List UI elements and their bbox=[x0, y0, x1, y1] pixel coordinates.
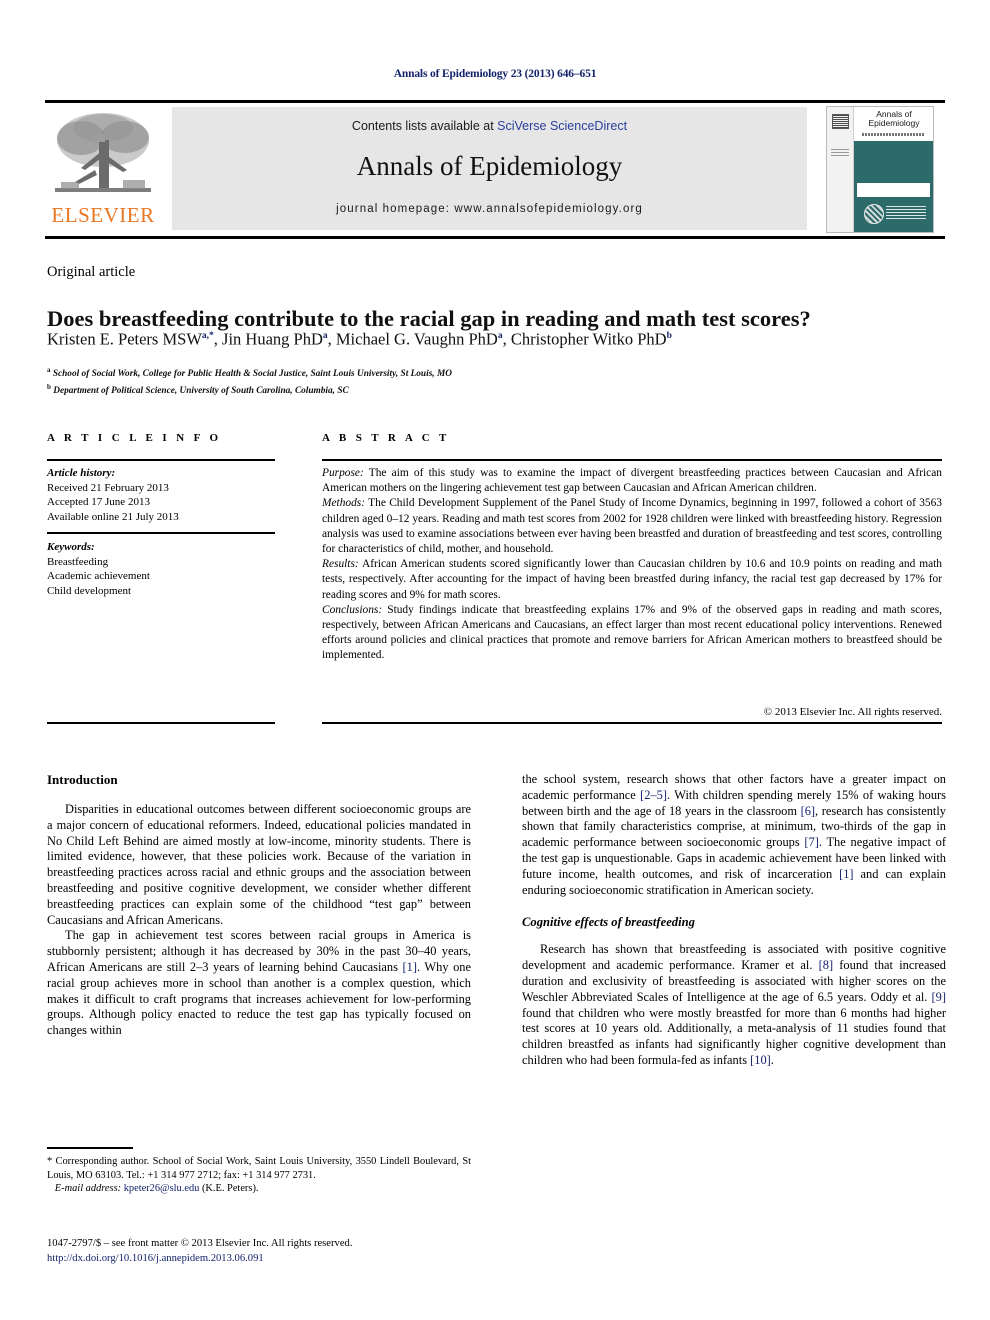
intro-paragraph-1: Disparities in educational outcomes betw… bbox=[47, 802, 471, 927]
section-heading-introduction: Introduction bbox=[47, 772, 118, 787]
email-address-link[interactable]: kpeter26@slu.edu bbox=[124, 1183, 200, 1194]
cover-spine-text bbox=[831, 149, 849, 157]
abstract-results: Results: African American students score… bbox=[322, 557, 942, 603]
affiliation-a: a School of Social Work, College for Pub… bbox=[47, 364, 947, 381]
affiliation-b: b Department of Political Science, Unive… bbox=[47, 381, 947, 398]
running-head: Annals of Epidemiology 23 (2013) 646–651 bbox=[393, 68, 597, 80]
abstract-conclusions: Conclusions: Study findings indicate tha… bbox=[322, 603, 942, 664]
abstract-purpose-label: Purpose: bbox=[322, 467, 364, 479]
info-rule-bottom bbox=[47, 722, 275, 724]
abstract-rule-top bbox=[322, 459, 942, 461]
cover-barcode-icon bbox=[832, 114, 849, 129]
citation-ref-7[interactable]: [7] bbox=[804, 835, 818, 849]
body-column-right: the school system, research shows that o… bbox=[522, 772, 946, 1069]
abstract-purpose-text: The aim of this study was to examine the… bbox=[322, 467, 942, 495]
sciencedirect-link[interactable]: SciVerse ScienceDirect bbox=[497, 119, 627, 133]
affiliation-b-marker: b bbox=[47, 382, 51, 391]
abstract-methods: Methods: The Child Development Supplemen… bbox=[322, 496, 942, 557]
intro-paragraph-2: The gap in achievement test scores betwe… bbox=[47, 928, 471, 1039]
accepted-date: Accepted 17 June 2013 bbox=[47, 496, 150, 508]
cover-subtitle-lines bbox=[862, 133, 924, 136]
abstract-heading: A B S T R A C T bbox=[322, 432, 450, 444]
abstract-copyright: © 2013 Elsevier Inc. All rights reserved… bbox=[763, 706, 942, 718]
corresponding-author-text: * Corresponding author. School of Social… bbox=[47, 1156, 471, 1181]
cover-header-band: Annals of Epidemiology bbox=[854, 107, 933, 141]
abstract-methods-label: Methods: bbox=[322, 497, 366, 510]
journal-title: Annals of Epidemiology bbox=[356, 151, 623, 181]
article-type-label: Original article bbox=[47, 264, 136, 280]
author-list: Kristen E. Peters MSWa,*, Jin Huang PhDa… bbox=[47, 329, 672, 349]
email-line: E-mail address: kpeter26@slu.edu (K.E. P… bbox=[47, 1182, 471, 1196]
email-owner: (K.E. Peters). bbox=[199, 1183, 259, 1195]
affiliation-b-text: Department of Political Science, Univers… bbox=[53, 385, 349, 396]
elsevier-tree-icon bbox=[51, 110, 155, 202]
cover-front: Annals of Epidemiology bbox=[854, 107, 933, 232]
masthead-box: Contents lists available at SciVerse Sci… bbox=[172, 107, 807, 230]
contents-prefix: Contents lists available at bbox=[351, 119, 498, 133]
cover-spine bbox=[827, 107, 854, 232]
cover-society-seal-icon bbox=[864, 204, 884, 224]
imprint-block: 1047-2797/$ – see front matter © 2013 El… bbox=[47, 1237, 487, 1266]
abstract-conclusions-label: Conclusions: bbox=[322, 603, 383, 616]
doi-link[interactable]: http://dx.doi.org/10.1016/j.annepidem.20… bbox=[47, 1252, 487, 1267]
masthead-bottom-rule bbox=[45, 236, 945, 239]
keywords-label: Keywords: bbox=[47, 541, 95, 553]
cover-society-text bbox=[886, 206, 926, 220]
affiliation-a-marker: a bbox=[47, 366, 51, 374]
info-rule-mid bbox=[47, 532, 275, 534]
contents-lists-line: Contents lists available at SciVerse Sci… bbox=[172, 119, 807, 133]
citation-ref-8[interactable]: [8] bbox=[819, 958, 833, 972]
abstract-results-text: African American students scored signifi… bbox=[322, 558, 942, 601]
keyword-item: Breastfeeding bbox=[47, 555, 109, 568]
available-online-date: Available online 21 July 2013 bbox=[47, 510, 179, 523]
received-date: Received 21 February 2013 bbox=[47, 481, 169, 494]
elsevier-wordmark: ELSEVIER bbox=[51, 203, 155, 227]
journal-cover-thumbnail[interactable]: Annals of Epidemiology bbox=[826, 106, 934, 233]
issn-front-matter: 1047-2797/$ – see front matter © 2013 El… bbox=[47, 1238, 353, 1249]
article-history: Article history: Received 21 February 20… bbox=[47, 466, 287, 524]
cognitive-part-d: . bbox=[770, 1052, 774, 1067]
article-history-label: Article history: bbox=[47, 467, 116, 479]
info-rule-top bbox=[47, 459, 275, 461]
citation-ref-9[interactable]: [9] bbox=[932, 990, 946, 1004]
citation-ref-2-5[interactable]: [2–5] bbox=[640, 788, 667, 802]
citation-ref-10[interactable]: [10] bbox=[750, 1053, 771, 1067]
abstract-methods-text: The Child Development Supplement of the … bbox=[322, 497, 942, 556]
abstract-body: Purpose: The aim of this study was to ex… bbox=[322, 466, 942, 664]
keyword-item: Academic achievement bbox=[47, 570, 150, 582]
corresponding-author-footnote: * Corresponding author. School of Social… bbox=[47, 1155, 471, 1196]
email-address-label: E-mail address: bbox=[54, 1183, 122, 1195]
abstract-rule-bottom bbox=[322, 722, 942, 724]
footnote-rule bbox=[47, 1147, 133, 1149]
affiliation-a-text: School of Social Work, College for Publi… bbox=[52, 369, 452, 380]
elsevier-logo: ELSEVIER bbox=[47, 108, 159, 230]
cognitive-paragraph: Research has shown that breastfeeding is… bbox=[522, 942, 946, 1068]
cognitive-part-c: found that children who were mostly brea… bbox=[522, 1005, 946, 1067]
cover-journal-title: Annals of Epidemiology bbox=[868, 109, 920, 128]
body-column-left: Introduction Disparities in educational … bbox=[47, 772, 471, 1039]
citation-ref-1-b[interactable]: [1] bbox=[839, 867, 853, 881]
cover-white-band bbox=[857, 183, 930, 197]
intro-paragraph-2-continued: the school system, research shows that o… bbox=[522, 772, 946, 898]
paper-page: Annals of Epidemiology 23 (2013) 646–651 bbox=[0, 0, 990, 1320]
masthead-top-rule bbox=[45, 100, 945, 103]
abstract-purpose: Purpose: The aim of this study was to ex… bbox=[322, 466, 942, 496]
journal-homepage-link[interactable]: journal homepage: www.annalsofepidemiolo… bbox=[172, 203, 807, 215]
keyword-item: Child development bbox=[47, 584, 132, 597]
affiliation-list: a School of Social Work, College for Pub… bbox=[47, 364, 947, 397]
article-info-heading: A R T I C L E I N F O bbox=[47, 432, 222, 444]
keywords-block: Keywords: Breastfeeding Academic achieve… bbox=[47, 540, 287, 598]
abstract-results-label: Results: bbox=[322, 558, 359, 571]
citation-ref-6[interactable]: [6] bbox=[801, 804, 815, 818]
section-heading-cognitive-effects: Cognitive effects of breastfeeding bbox=[522, 915, 695, 930]
abstract-conclusions-text: Study findings indicate that breastfeedi… bbox=[322, 603, 942, 662]
citation-ref-1[interactable]: [1] bbox=[403, 960, 417, 974]
